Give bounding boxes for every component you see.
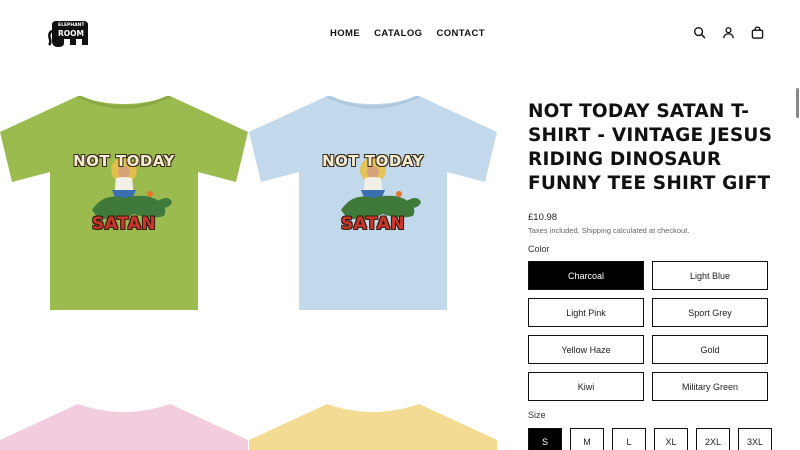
color-option-light-blue[interactable]: Light Blue <box>652 261 768 290</box>
brand-logo[interactable]: ELEPHANT ROOM <box>48 19 90 49</box>
product-image-light-blue[interactable]: NOT TODAY SATAN <box>249 94 497 310</box>
account-icon[interactable] <box>722 26 735 39</box>
logo-line2: ROOM <box>58 29 84 38</box>
tax-note: Taxes included. Shipping calculated at c… <box>528 226 690 235</box>
size-option-3xl[interactable]: 3XL <box>738 428 772 450</box>
color-option-gold[interactable]: Gold <box>652 335 768 364</box>
shirt-print: NOT TODAY SATAN <box>313 146 433 246</box>
color-option-light-pink[interactable]: Light Pink <box>528 298 644 327</box>
color-label: Color <box>528 244 550 254</box>
search-icon[interactable] <box>693 26 706 39</box>
scrollbar-thumb[interactable] <box>796 88 799 118</box>
product-price: £10.98 <box>528 212 558 223</box>
print-bottom-text: SATAN <box>91 214 157 234</box>
size-option-xl[interactable]: XL <box>654 428 688 450</box>
page-scrollbar[interactable] <box>794 70 800 450</box>
color-option-charcoal[interactable]: Charcoal <box>528 261 644 290</box>
print-top-text: NOT TODAY <box>73 152 175 170</box>
color-option-sport-grey[interactable]: Sport Grey <box>652 298 768 327</box>
color-options: Charcoal Light Blue Light Pink Sport Gre… <box>528 261 769 401</box>
size-label: Size <box>528 410 546 420</box>
product-info: NOT TODAY SATAN T-SHIRT - VINTAGE JESUS … <box>528 100 773 235</box>
print-bottom-text: SATAN <box>340 214 406 234</box>
nav-home[interactable]: HOME <box>330 28 360 39</box>
nav-catalog[interactable]: CATALOG <box>374 28 422 39</box>
header-icons <box>693 26 764 39</box>
shirt-print: NOT TODAY SATAN <box>64 146 184 246</box>
color-option-yellow-haze[interactable]: Yellow Haze <box>528 335 644 364</box>
product-image-kiwi[interactable]: NOT TODAY SATAN <box>0 94 248 310</box>
tshirt-yellow-shape <box>249 404 497 450</box>
size-option-m[interactable]: M <box>570 428 604 450</box>
tshirt-pink-shape <box>0 404 248 450</box>
print-top-text: NOT TODAY <box>322 152 424 170</box>
main-nav: HOME CATALOG CONTACT <box>330 28 485 39</box>
size-option-s[interactable]: S <box>528 428 562 450</box>
size-option-l[interactable]: L <box>612 428 646 450</box>
product-title: NOT TODAY SATAN T-SHIRT - VINTAGE JESUS … <box>528 101 773 194</box>
color-option-military-green[interactable]: Military Green <box>652 372 768 401</box>
product-image-yellow-haze[interactable] <box>249 404 497 450</box>
size-option-2xl[interactable]: 2XL <box>696 428 730 450</box>
color-option-kiwi[interactable]: Kiwi <box>528 372 644 401</box>
logo-text: ELEPHANT ROOM <box>58 22 84 38</box>
site-header: ELEPHANT ROOM HOME CATALOG CONTACT <box>0 0 800 70</box>
cart-icon[interactable] <box>751 26 764 39</box>
size-options: S M L XL 2XL 3XL <box>528 428 772 450</box>
nav-contact[interactable]: CONTACT <box>436 28 485 39</box>
product-image-light-pink[interactable] <box>0 404 248 450</box>
